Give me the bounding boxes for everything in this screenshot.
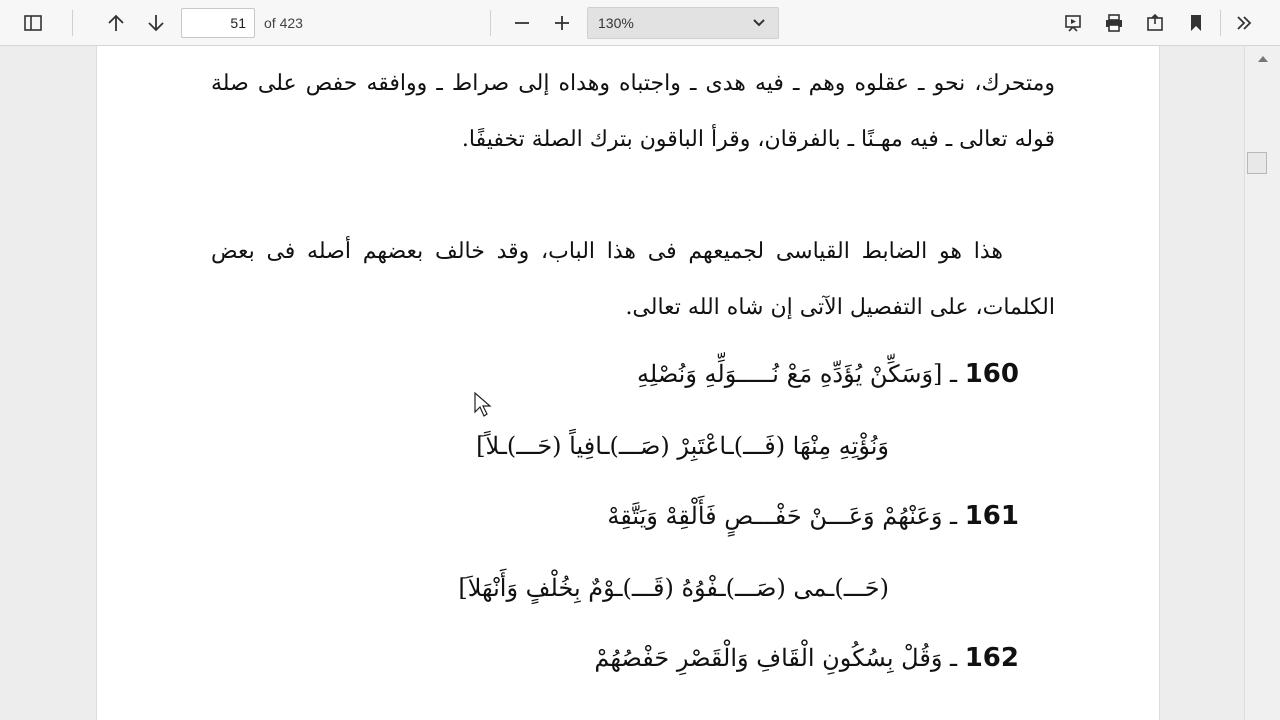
sidebar-icon xyxy=(24,15,42,31)
verse-160-line-1: 160 ـ [وَسَكِّنْ يُؤَدِّهِ مَعْ نُـــــو… xyxy=(637,354,1019,394)
verse-162-line-1: 162 ـ وَقُلْ بِسُكُونِ الْقَافِ وَالْقَص… xyxy=(594,638,1019,678)
toolbar-separator xyxy=(1220,10,1221,36)
print-button[interactable] xyxy=(1098,7,1130,39)
zoom-in-icon xyxy=(555,16,569,30)
chevron-down-icon xyxy=(753,19,765,27)
verse-text: ـ وَعَنْهُمْ وَعَـــنْ حَفْـــصٍ فَأَلْق… xyxy=(607,502,958,530)
zoom-in-button[interactable] xyxy=(546,7,578,39)
pdf-page: ومتحرك، نحو ـ عقلوه وهم ـ فيه هدى ـ واجت… xyxy=(96,46,1160,720)
zoom-out-icon xyxy=(515,22,529,24)
mouse-cursor-icon xyxy=(474,392,492,417)
verse-number: 161 xyxy=(964,501,1019,531)
verse-number: 162 xyxy=(964,643,1019,673)
page-total-label: of 423 xyxy=(264,15,303,31)
toolbar-separator xyxy=(72,10,73,36)
print-icon xyxy=(1106,14,1122,32)
document-viewer[interactable]: ومتحرك، نحو ـ عقلوه وهم ـ فيه هدى ـ واجت… xyxy=(0,46,1244,720)
zoom-select[interactable]: 130% xyxy=(587,7,779,39)
toolbar-separator xyxy=(490,10,491,36)
verse-text: وَنُؤْتِهِ مِنْهَا (فَـــ)ـاعْتَبِرْ (صَ… xyxy=(476,432,889,460)
pdf-toolbar: of 423 130% xyxy=(0,0,1280,46)
scroll-up-arrow-icon[interactable] xyxy=(1256,52,1270,66)
presentation-mode-button[interactable] xyxy=(1057,7,1089,39)
previous-page-button[interactable] xyxy=(100,7,132,39)
presentation-icon xyxy=(1065,15,1081,32)
verse-text: ـ [وَسَكِّنْ يُؤَدِّهِ مَعْ نُـــــوَلِّ… xyxy=(637,360,958,388)
bookmark-button[interactable] xyxy=(1180,7,1212,39)
verse-number: 160 xyxy=(964,359,1019,389)
verse-text: (حَـــ)ـمى (صَـــ)ـفْوُهُ (قَـــ)ـوْمٌ ب… xyxy=(458,574,889,602)
tools-menu-button[interactable] xyxy=(1228,7,1260,39)
scrollbar-thumb[interactable] xyxy=(1247,152,1267,174)
paragraph-1: ومتحرك، نحو ـ عقلوه وهم ـ فيه هدى ـ واجت… xyxy=(211,71,1055,152)
vertical-scrollbar[interactable] xyxy=(1244,46,1280,720)
verse-161-line-1: 161 ـ وَعَنْهُمْ وَعَـــنْ حَفْـــصٍ فَأ… xyxy=(607,496,1019,536)
open-file-button[interactable] xyxy=(1139,7,1171,39)
paragraph-2: هذا هو الضابط القياسى لجميعهم فى هذا الب… xyxy=(211,239,1055,320)
zoom-level-value: 130% xyxy=(598,15,634,31)
arrow-down-icon xyxy=(148,15,164,32)
double-chevron-right-icon xyxy=(1237,16,1252,30)
verse-text: ـ وَقُلْ بِسُكُونِ الْقَافِ وَالْقَصْرِ … xyxy=(594,644,958,672)
verse-161-line-2: (حَـــ)ـمى (صَـــ)ـفْوُهُ (قَـــ)ـوْمٌ ب… xyxy=(458,568,889,608)
bookmark-icon xyxy=(1191,15,1201,31)
arrow-up-icon xyxy=(108,14,124,31)
sidebar-toggle-button[interactable] xyxy=(17,7,49,39)
open-icon xyxy=(1147,13,1163,31)
page-number-input[interactable] xyxy=(181,8,255,38)
verse-160-line-2: وَنُؤْتِهِ مِنْهَا (فَـــ)ـاعْتَبِرْ (صَ… xyxy=(476,426,889,466)
zoom-out-button[interactable] xyxy=(506,7,538,39)
next-page-button[interactable] xyxy=(140,7,172,39)
